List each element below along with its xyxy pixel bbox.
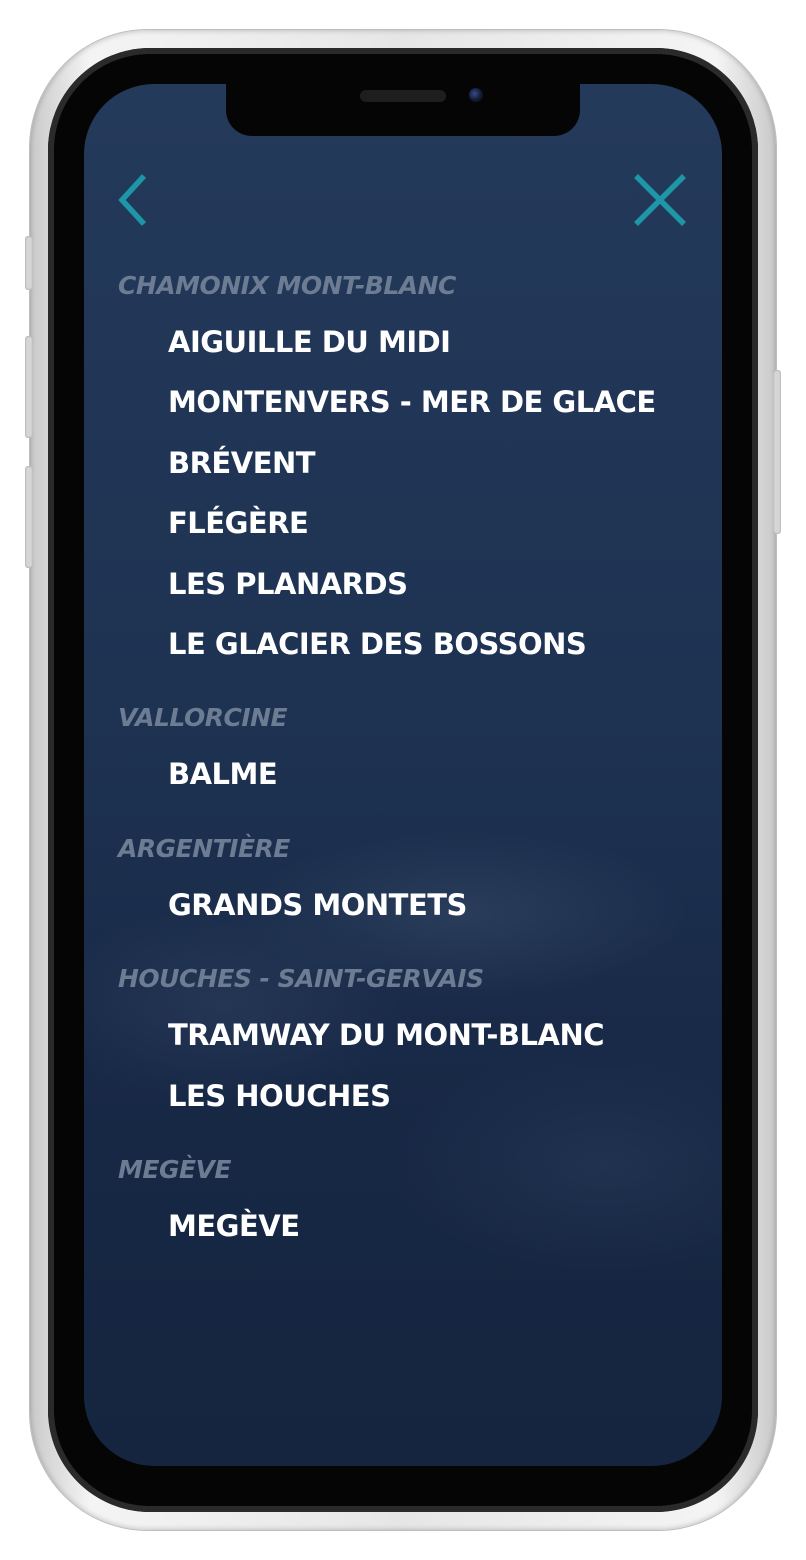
mute-switch (25, 236, 33, 290)
menu-item-les-houches[interactable]: LES HOUCHES (118, 1066, 698, 1126)
app-screen: CHAMONIX MONT-BLANC AIGUILLE DU MIDI MON… (84, 84, 722, 1466)
menu-item-brevent[interactable]: BRÉVENT (118, 433, 698, 493)
menu-item-grands-montets[interactable]: GRANDS MONTETS (118, 875, 698, 935)
close-button[interactable] (632, 172, 688, 228)
menu-item-flegere[interactable]: FLÉGÈRE (118, 493, 698, 553)
back-button[interactable] (106, 172, 162, 228)
menu-item-montenvers[interactable]: MONTENVERS - MER DE GLACE (118, 372, 698, 432)
menu-item-glacier-des-bossons[interactable]: LE GLACIER DES BOSSONS (118, 614, 698, 674)
menu-item-tramway-du-mont-blanc[interactable]: TRAMWAY DU MONT-BLANC (118, 1005, 698, 1065)
menu-item-les-planards[interactable]: LES PLANARDS (118, 554, 698, 614)
section-megeve: MEGÈVE MEGÈVE (118, 1144, 698, 1256)
menu-item-aiguille-du-midi[interactable]: AIGUILLE DU MIDI (118, 312, 698, 372)
notch (226, 84, 580, 136)
power-button (773, 370, 781, 534)
volume-down-button (25, 466, 33, 568)
section-title: CHAMONIX MONT-BLANC (118, 271, 456, 300)
chevron-left-icon (118, 174, 147, 226)
menu-item-megeve[interactable]: MEGÈVE (118, 1196, 698, 1256)
section-title: MEGÈVE (118, 1154, 231, 1184)
section-title: VALLORCINE (118, 703, 288, 733)
section-houches-saint-gervais: HOUCHES - SAINT-GERVAIS TRAMWAY DU MONT-… (118, 953, 698, 1126)
volume-up-button (25, 336, 33, 438)
menu-item-balme[interactable]: BALME (118, 744, 698, 804)
close-icon (634, 174, 686, 226)
section-argentiere: ARGENTIÈRE GRANDS MONTETS (118, 823, 698, 935)
section-title: ARGENTIÈRE (118, 833, 290, 863)
section-chamonix: CHAMONIX MONT-BLANC AIGUILLE DU MIDI MON… (118, 260, 698, 674)
front-camera (469, 88, 483, 102)
resort-menu: CHAMONIX MONT-BLANC AIGUILLE DU MIDI MON… (118, 260, 698, 1256)
speaker-grille (360, 90, 446, 102)
section-title: HOUCHES - SAINT-GERVAIS (118, 964, 484, 994)
section-vallorcine: VALLORCINE BALME (118, 692, 698, 804)
